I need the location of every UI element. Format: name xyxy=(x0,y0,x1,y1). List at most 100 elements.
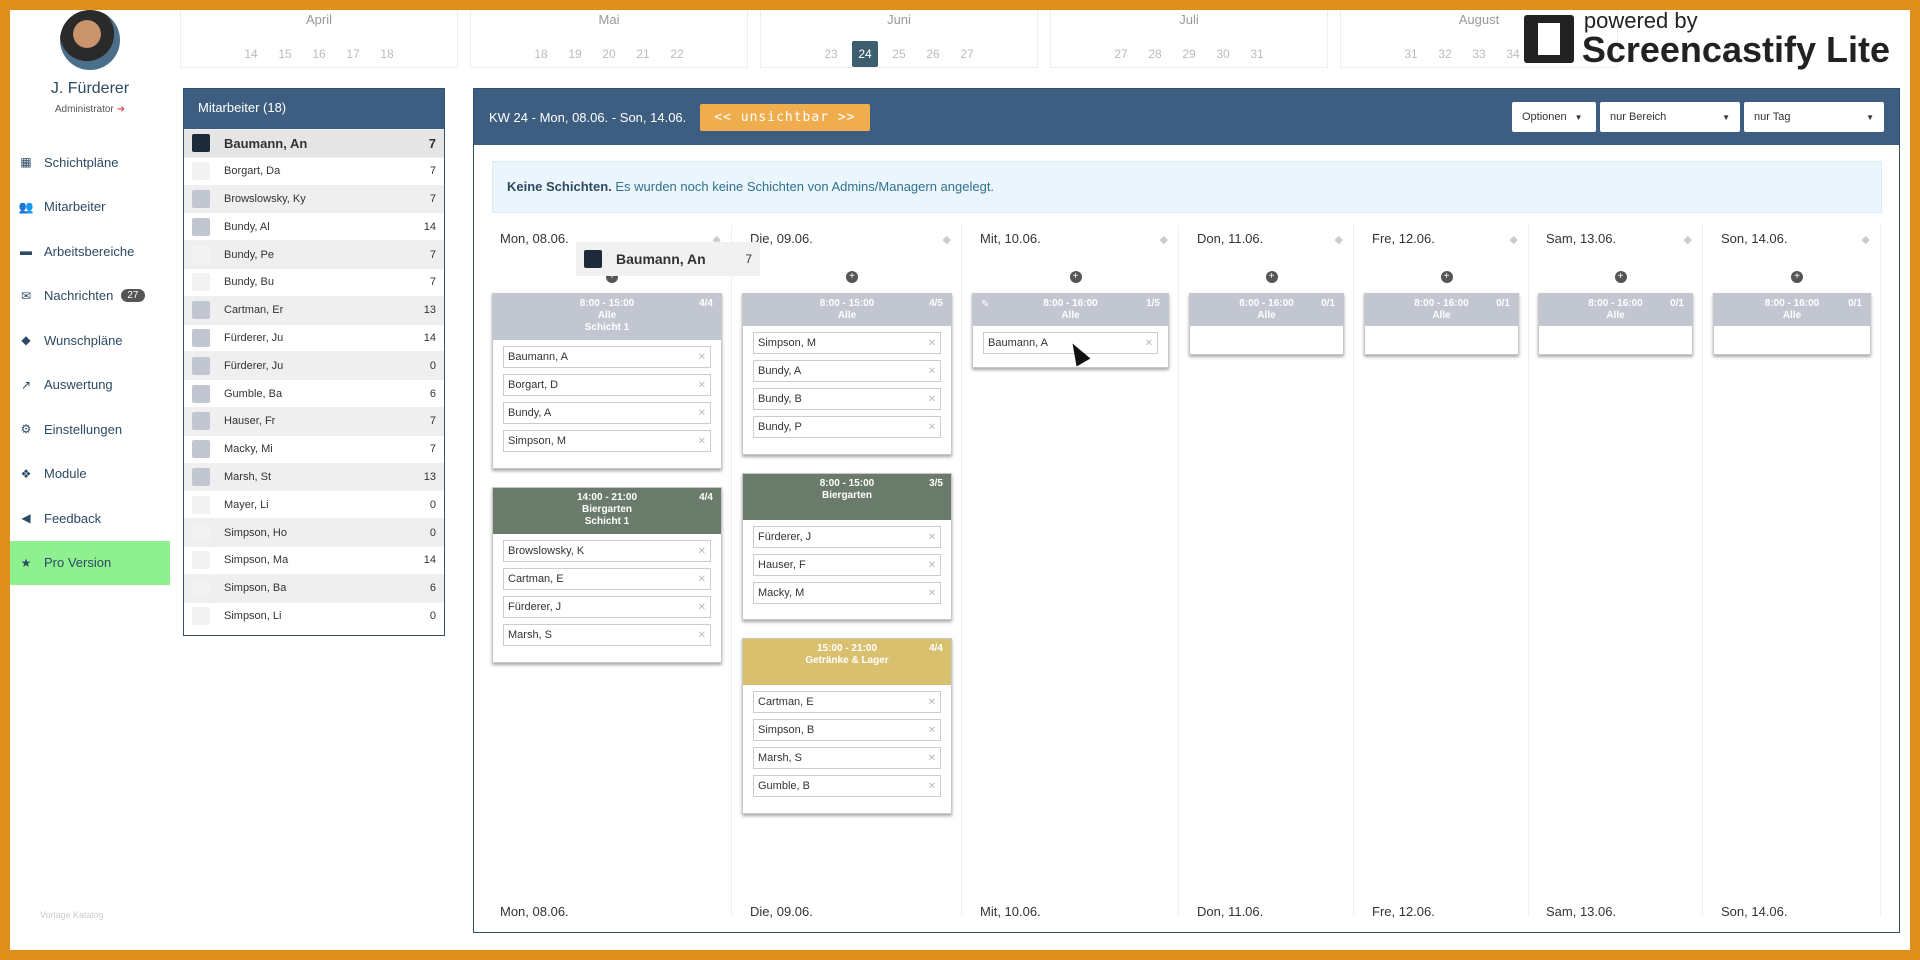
assigned-employee[interactable]: Cartman, E ✕ xyxy=(753,691,941,713)
remove-icon[interactable]: ✕ xyxy=(928,338,936,349)
remove-icon[interactable]: ✕ xyxy=(928,422,936,433)
remove-icon[interactable]: ✕ xyxy=(928,781,936,792)
shift-header[interactable]: 8:00 - 15:00 Alle 4/5 xyxy=(743,294,951,326)
week-number[interactable]: 31 xyxy=(1244,41,1270,67)
tag-icon[interactable]: ◆ xyxy=(1335,233,1343,246)
add-shift-icon[interactable]: + xyxy=(1069,271,1082,283)
employee-row[interactable]: Macky, Mi 7 xyxy=(184,434,444,463)
pencil-icon[interactable]: ✎ xyxy=(981,299,989,311)
shift-card[interactable]: 8:00 - 16:00 Alle 0/1 xyxy=(1189,293,1344,355)
employee-row[interactable]: Browslowsky, Ky 7 xyxy=(184,184,444,213)
shift-card[interactable]: 15:00 - 21:00 Getränke & Lager 4/4 Cartman,… xyxy=(742,638,952,814)
employee-row[interactable]: Bundy, Al 14 xyxy=(184,212,444,240)
avatar[interactable] xyxy=(60,10,120,70)
week-number[interactable]: 27 xyxy=(954,41,980,67)
employee-row[interactable]: Fürderer, Ju 0 xyxy=(184,351,444,380)
employee-row[interactable]: Mayer, Li 0 xyxy=(184,490,444,518)
week-number[interactable]: 33 xyxy=(1466,41,1492,67)
assigned-employee[interactable]: Cartman, E ✕ xyxy=(503,568,711,590)
week-number[interactable]: 24 xyxy=(852,41,878,67)
remove-icon[interactable]: ✕ xyxy=(1145,338,1153,349)
week-number[interactable]: 31 xyxy=(1398,41,1424,67)
week-number[interactable]: 34 xyxy=(1500,41,1526,67)
employee-row[interactable]: Baumann, An 7 xyxy=(184,129,444,157)
remove-icon[interactable]: ✕ xyxy=(698,352,706,363)
employee-row[interactable]: Simpson, Ma 14 xyxy=(184,545,444,574)
shift-card[interactable]: 8:00 - 15:00 Alle Schicht 1 4/4 Baumann, A ✕ B… xyxy=(492,293,722,469)
sidebar-item-arbeitsbereiche[interactable]: ▬ Arbeitsbereiche xyxy=(10,229,170,274)
employee-row[interactable]: Simpson, Li 0 xyxy=(184,601,444,630)
remove-icon[interactable]: ✕ xyxy=(928,532,936,543)
week-number[interactable]: 14 xyxy=(238,41,264,67)
remove-icon[interactable]: ✕ xyxy=(698,436,706,447)
week-number[interactable]: 17 xyxy=(340,41,366,67)
sidebar-item-mitarbeiter[interactable]: 👥 Mitarbeiter xyxy=(10,185,170,230)
remove-icon[interactable]: ✕ xyxy=(928,588,936,599)
tag-icon[interactable]: ◆ xyxy=(1862,233,1870,246)
shift-header[interactable]: 14:00 - 21:00 Biergarten Schicht 1 4/4 xyxy=(493,488,721,534)
shift-header[interactable]: 8:00 - 16:00 Alle 0/1 xyxy=(1539,294,1692,326)
assigned-employee[interactable]: Gumble, B ✕ xyxy=(753,775,941,797)
assigned-employee[interactable]: Borgart, D ✕ xyxy=(503,374,711,396)
assigned-employee[interactable]: Baumann, A ✕ xyxy=(503,346,711,368)
add-shift-icon[interactable]: + xyxy=(846,271,858,283)
employee-row[interactable]: Marsh, St 13 xyxy=(184,462,444,491)
shift-header[interactable]: 8:00 - 16:00 Alle 0/1 xyxy=(1714,294,1870,326)
week-number[interactable]: 21 xyxy=(630,41,656,67)
tag-icon[interactable]: ◆ xyxy=(943,233,951,246)
sidebar-item-wunschpläne[interactable]: ◆ Wunschpläne xyxy=(10,318,170,363)
remove-icon[interactable]: ✕ xyxy=(928,366,936,377)
sidebar-item-pro-version[interactable]: ★ Pro Version xyxy=(10,540,170,585)
shift-card[interactable]: 14:00 - 21:00 Biergarten Schicht 1 4/4 Brows… xyxy=(492,487,722,663)
assigned-employee[interactable]: Marsh, S ✕ xyxy=(503,624,711,646)
sidebar-item-feedback[interactable]: ◀ Feedback xyxy=(10,496,170,541)
remove-icon[interactable]: ✕ xyxy=(698,574,706,585)
shift-card[interactable]: 8:00 - 15:00 Alle 4/5 Simpson, M ✕ Bundy, A ✕ B… xyxy=(742,293,952,455)
remove-icon[interactable]: ✕ xyxy=(928,394,936,405)
shift-card[interactable]: 8:00 - 15:00 Biergarten 3/5 Fürderer, J ✕ Hau… xyxy=(742,473,952,620)
week-number[interactable]: 26 xyxy=(920,41,946,67)
assigned-employee[interactable]: Bundy, A ✕ xyxy=(753,360,941,382)
remove-icon[interactable]: ✕ xyxy=(928,697,936,708)
shift-header[interactable]: 8:00 - 15:00 Biergarten 3/5 xyxy=(743,474,951,520)
week-number[interactable]: 27 xyxy=(1108,41,1134,67)
assigned-employee[interactable]: Marsh, S ✕ xyxy=(753,747,941,769)
shift-header[interactable]: 8:00 - 16:00 Alle 0/1 xyxy=(1365,294,1518,326)
assigned-employee[interactable]: Simpson, M ✕ xyxy=(753,332,941,354)
sidebar-item-module[interactable]: ❖ Module xyxy=(10,452,170,497)
tag-icon[interactable]: ◆ xyxy=(1160,233,1168,246)
add-shift-icon[interactable]: + xyxy=(1791,271,1803,283)
shift-card[interactable]: 8:00 - 16:00 Alle 0/1 xyxy=(1713,293,1871,355)
assigned-employee[interactable]: Hauser, F ✕ xyxy=(753,554,941,576)
employee-row[interactable]: Bundy, Pe 7 xyxy=(184,240,444,268)
area-select[interactable]: nur Bereich ▼ xyxy=(1600,102,1740,132)
tag-icon[interactable]: ◆ xyxy=(1510,233,1518,246)
employee-row[interactable]: Simpson, Ho 0 xyxy=(184,518,444,546)
week-number[interactable]: 20 xyxy=(596,41,622,67)
remove-icon[interactable]: ✕ xyxy=(698,630,706,641)
employee-row[interactable]: Simpson, Ba 6 xyxy=(184,573,444,602)
employee-row[interactable]: Cartman, Er 13 xyxy=(184,295,444,324)
remove-icon[interactable]: ✕ xyxy=(928,560,936,571)
remove-icon[interactable]: ✕ xyxy=(698,408,706,419)
user-name[interactable]: J. Fürderer xyxy=(10,80,170,98)
employee-row[interactable]: Fürderer, Ju 14 xyxy=(184,323,444,352)
options-dropdown[interactable]: Optionen ▼ xyxy=(1512,102,1596,132)
remove-icon[interactable]: ✕ xyxy=(928,753,936,764)
week-number[interactable]: 23 xyxy=(818,41,844,67)
shift-header[interactable]: ✎ 8:00 - 16:00 Alle 1/5 xyxy=(973,294,1168,326)
week-number[interactable]: 18 xyxy=(374,41,400,67)
add-shift-icon[interactable]: + xyxy=(1265,271,1278,283)
shift-card[interactable]: 8:00 - 16:00 Alle 0/1 xyxy=(1538,293,1693,355)
remove-icon[interactable]: ✕ xyxy=(928,725,936,736)
employee-row[interactable]: Hauser, Fr 7 xyxy=(184,406,444,435)
week-number[interactable]: 28 xyxy=(1142,41,1168,67)
remove-icon[interactable]: ✕ xyxy=(698,380,706,391)
assigned-employee[interactable]: Macky, M ✕ xyxy=(753,582,941,604)
assigned-employee[interactable]: Browslowsky, K ✕ xyxy=(503,540,711,562)
week-number[interactable]: 30 xyxy=(1210,41,1236,67)
week-number[interactable]: 16 xyxy=(306,41,332,67)
week-number[interactable]: 18 xyxy=(528,41,554,67)
sidebar-item-auswertung[interactable]: ↗ Auswertung xyxy=(10,363,170,408)
assigned-employee[interactable]: Fürderer, J ✕ xyxy=(503,596,711,618)
